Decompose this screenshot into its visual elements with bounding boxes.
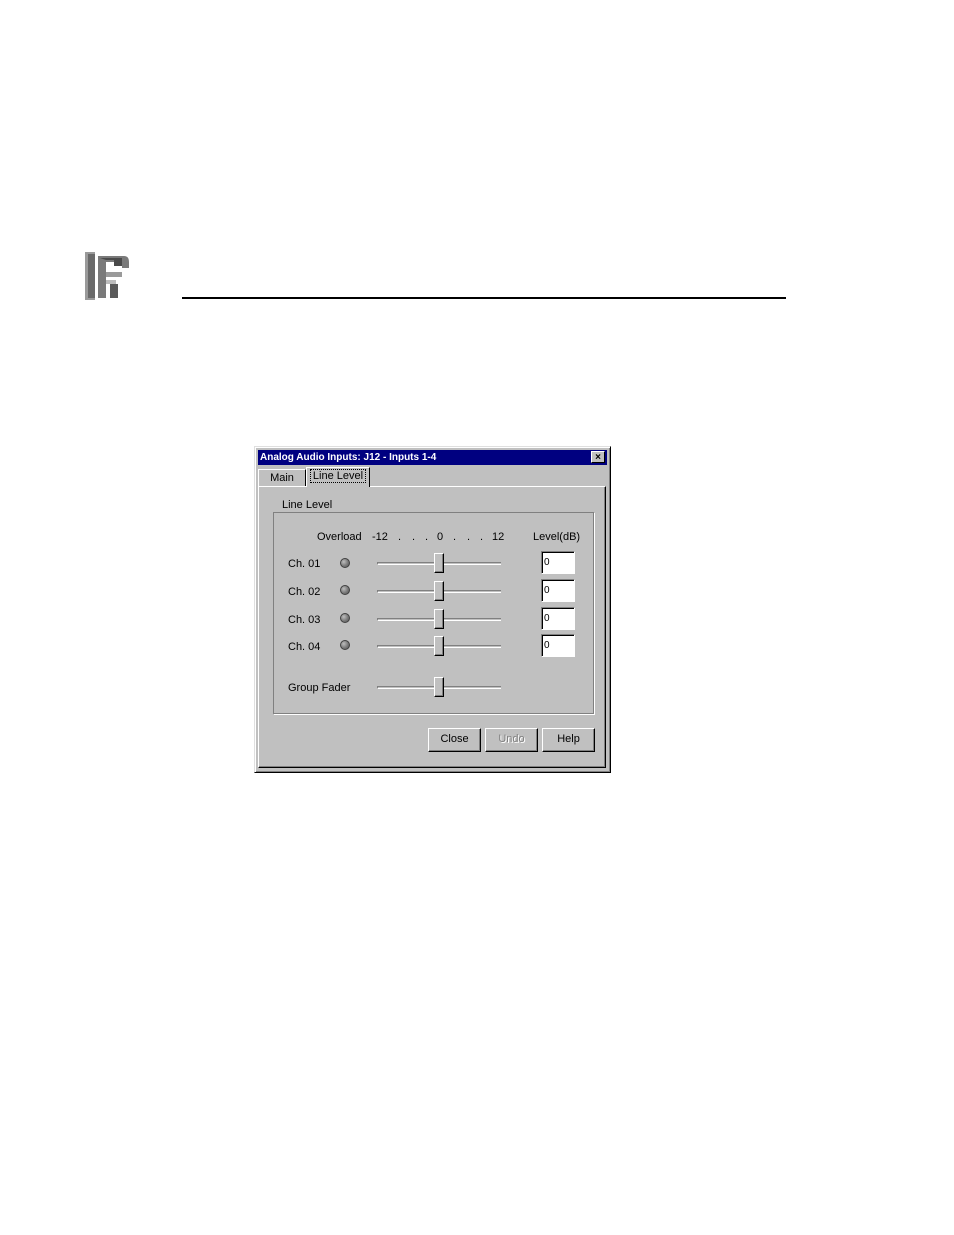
scale-dot: . — [425, 531, 429, 543]
slider-thumb[interactable] — [434, 553, 444, 573]
close-icon[interactable]: × — [591, 451, 605, 463]
overload-led-icon — [340, 613, 350, 623]
channel-1-slider[interactable] — [377, 553, 501, 575]
channel-label: Ch. 03 — [288, 614, 321, 626]
dialog-title: Analog Audio Inputs: J12 - Inputs 1-4 — [260, 452, 437, 463]
undo-button[interactable]: Undo — [485, 728, 538, 752]
header-rule — [182, 297, 786, 299]
scale-label-plus12: 12 — [492, 531, 505, 543]
channel-1-level-input[interactable] — [541, 551, 575, 574]
channel-3-level-input[interactable] — [541, 607, 575, 630]
channel-label: Ch. 04 — [288, 641, 321, 653]
channel-4-slider[interactable] — [377, 636, 501, 658]
tab-main[interactable]: Main — [258, 469, 306, 486]
dialog-titlebar[interactable]: Analog Audio Inputs: J12 - Inputs 1-4 × — [258, 450, 607, 465]
channel-2-slider[interactable] — [377, 581, 501, 603]
scale-label-zero: 0 — [437, 531, 444, 543]
group-fader-label: Group Fader — [288, 682, 351, 694]
slider-thumb[interactable] — [434, 581, 444, 601]
tab-line-level-label: Line Level — [309, 469, 367, 483]
help-button[interactable]: Help — [542, 728, 595, 752]
overload-header: Overload — [317, 531, 362, 543]
group-fader-slider[interactable] — [377, 677, 501, 699]
channel-2-level-input[interactable] — [541, 579, 575, 602]
scale-label-minus12: -12 — [372, 531, 388, 543]
channel-4-level-input[interactable] — [541, 634, 575, 657]
close-button[interactable]: Close — [428, 728, 481, 752]
slider-thumb[interactable] — [434, 636, 444, 656]
tab-line-level[interactable]: Line Level — [306, 467, 370, 487]
scale-dot: . — [467, 531, 471, 543]
channel-label: Ch. 01 — [288, 558, 321, 570]
analog-audio-inputs-dialog: Analog Audio Inputs: J12 - Inputs 1-4 × … — [254, 446, 611, 773]
scale-dot: . — [480, 531, 484, 543]
groupbox-label: Line Level — [280, 498, 335, 512]
channel-3-slider[interactable] — [377, 609, 501, 631]
overload-led-icon — [340, 558, 350, 568]
scale-dot: . — [412, 531, 416, 543]
channel-label: Ch. 02 — [288, 586, 321, 598]
scale-dot: . — [398, 531, 402, 543]
scale-dot: . — [453, 531, 457, 543]
company-logo-icon — [84, 250, 130, 302]
slider-thumb[interactable] — [434, 609, 444, 629]
tab-main-label: Main — [270, 472, 294, 484]
overload-led-icon — [340, 585, 350, 595]
slider-thumb[interactable] — [434, 677, 444, 697]
level-db-header: Level(dB) — [533, 531, 581, 543]
overload-led-icon — [340, 640, 350, 650]
